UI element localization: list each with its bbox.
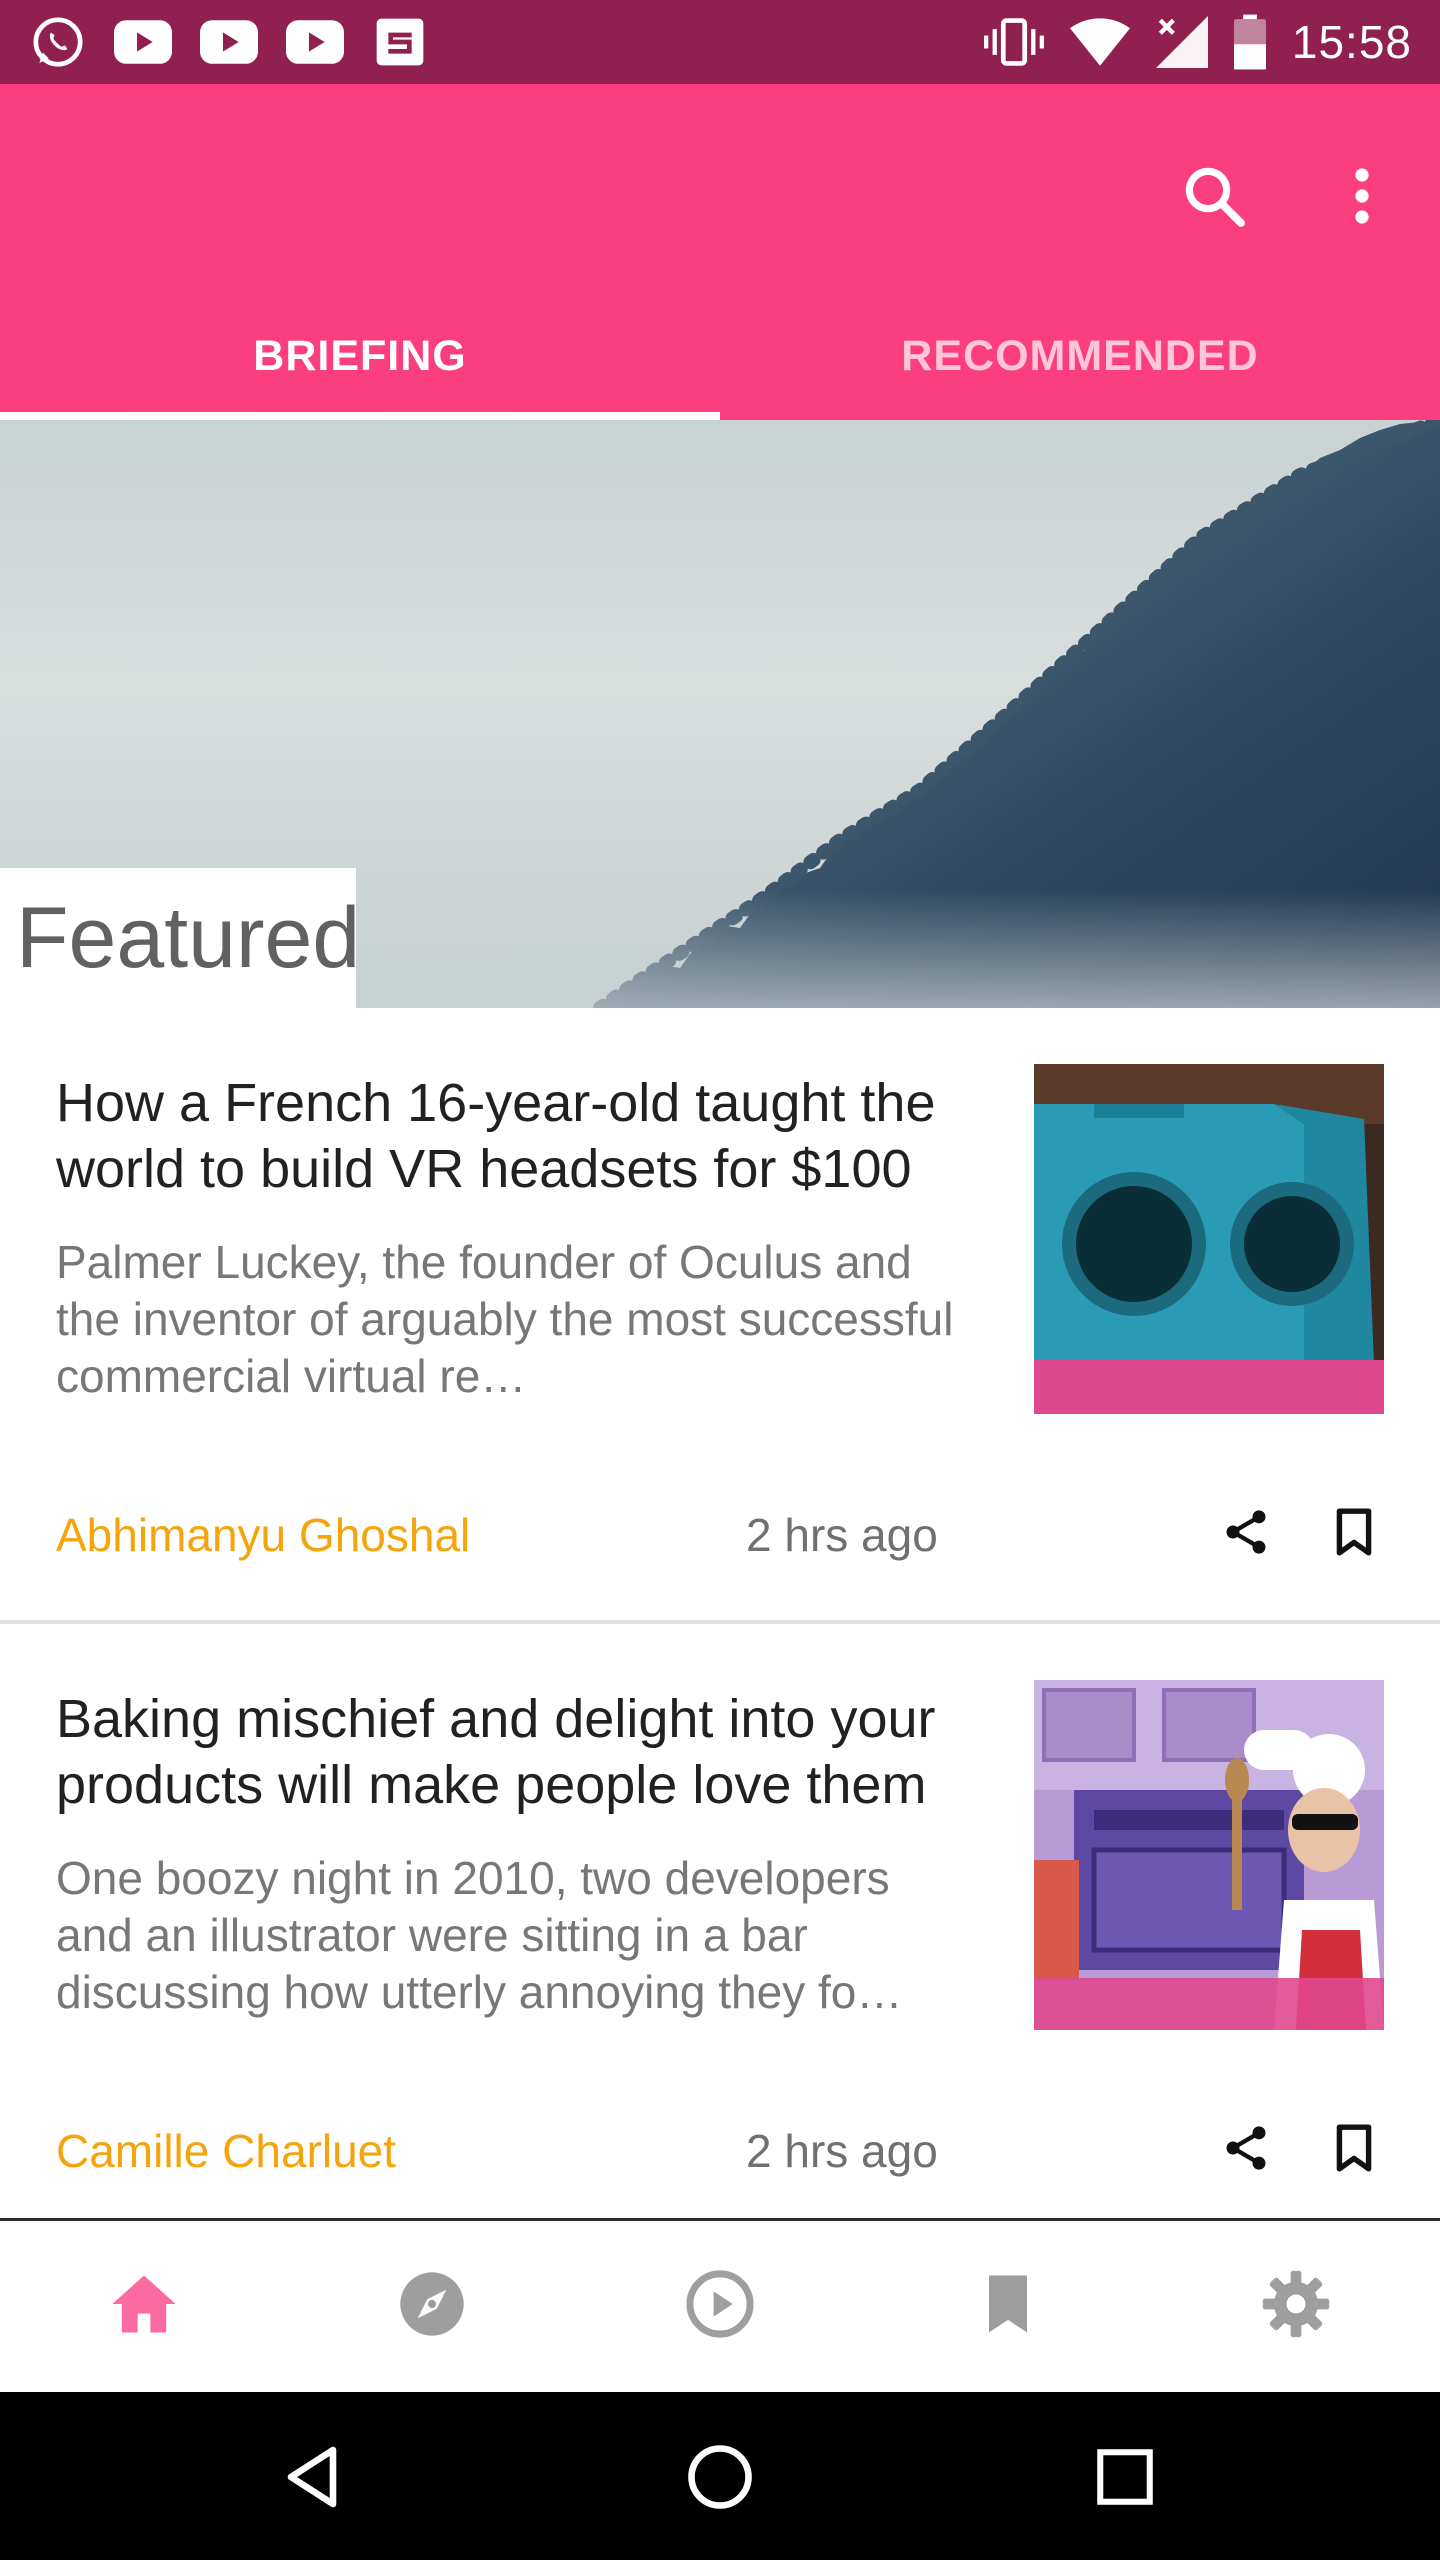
article-thumbnail[interactable] — [1034, 1064, 1384, 1414]
app-notification-icon — [372, 14, 428, 70]
article-title[interactable]: Baking mischief and delight into your pr… — [56, 1686, 996, 1818]
more-vert-icon[interactable] — [1320, 154, 1404, 238]
tab-briefing[interactable]: BRIEFING — [0, 292, 720, 420]
status-bar: 15:58 — [0, 0, 1440, 84]
vibrate-icon — [983, 16, 1044, 68]
vr-headset-image — [1034, 1064, 1384, 1414]
system-status: 15:58 — [983, 14, 1412, 70]
tab-bar: BRIEFING RECOMMENDED — [0, 292, 1440, 420]
share-icon[interactable] — [1218, 2120, 1274, 2176]
youtube-icon — [286, 20, 344, 64]
signal-icon — [1155, 16, 1208, 68]
play-icon — [682, 2266, 758, 2347]
nav-explore[interactable] — [288, 2221, 576, 2392]
share-icon[interactable] — [1218, 1504, 1274, 1560]
home-icon — [106, 2266, 182, 2347]
youtube-icon — [200, 20, 258, 64]
article-time: 2 hrs ago — [746, 2125, 938, 2177]
article-thumbnail[interactable] — [1034, 1680, 1384, 2030]
whatsapp-icon — [30, 14, 86, 70]
explore-icon — [394, 2266, 470, 2347]
bottom-navigation — [0, 2218, 1440, 2392]
nav-settings[interactable] — [1152, 2221, 1440, 2392]
article-time: 2 hrs ago — [746, 1509, 938, 1561]
settings-icon — [1258, 2266, 1334, 2347]
bookmark-icon[interactable] — [1326, 2120, 1382, 2176]
tab-indicator — [0, 412, 720, 420]
battery-icon — [1233, 14, 1266, 70]
nav-bookmarks[interactable] — [864, 2221, 1152, 2392]
youtube-icon — [114, 20, 172, 64]
article-summary: One boozy night in 2010, two developers … — [56, 1852, 903, 2018]
article-card[interactable]: How a French 16-year-old taught the worl… — [0, 1008, 1440, 1624]
nav-home[interactable] — [0, 2221, 288, 2392]
kitchen-chef-image — [1034, 1680, 1384, 2030]
back-icon[interactable] — [270, 2432, 360, 2522]
recents-icon[interactable] — [1080, 2432, 1170, 2522]
status-clock: 15:58 — [1291, 16, 1412, 68]
featured-section-label: Featured — [0, 868, 360, 1008]
bookmarks-icon — [970, 2266, 1046, 2347]
home-circle-icon[interactable] — [675, 2432, 765, 2522]
notification-icons — [30, 14, 428, 70]
article-author[interactable]: Abhimanyu Ghoshal — [56, 1508, 470, 1562]
article-author[interactable]: Camille Charluet — [56, 2124, 396, 2178]
article-title[interactable]: How a French 16-year-old taught the worl… — [56, 1070, 996, 1202]
system-navigation-bar — [0, 2392, 1440, 2560]
app-bar: BRIEFING RECOMMENDED — [0, 84, 1440, 420]
bookmark-icon[interactable] — [1326, 1504, 1382, 1560]
nav-video[interactable] — [576, 2221, 864, 2392]
tab-recommended[interactable]: RECOMMENDED — [720, 292, 1440, 420]
article-card[interactable]: Baking mischief and delight into your pr… — [0, 1624, 1440, 2218]
wifi-icon — [1069, 18, 1130, 66]
article-summary: Palmer Luckey, the founder of Oculus and… — [56, 1236, 954, 1402]
search-icon[interactable] — [1172, 154, 1256, 238]
